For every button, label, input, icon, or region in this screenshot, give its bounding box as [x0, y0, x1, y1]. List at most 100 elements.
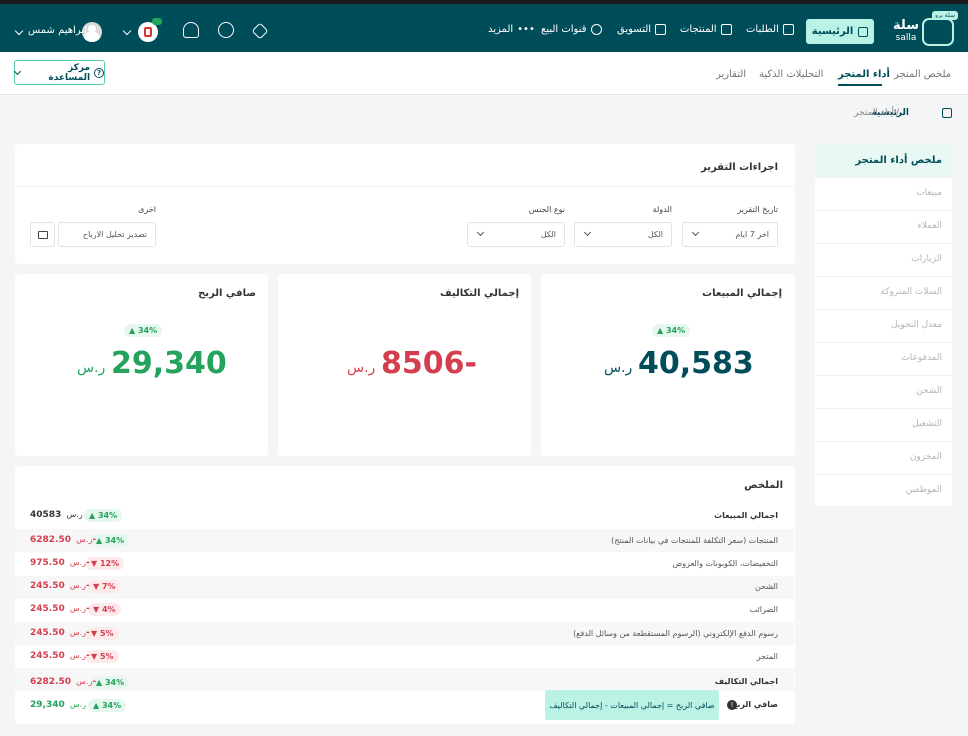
summary-row-label: صافي الربح	[731, 700, 778, 709]
summary-row-change-badge: ▲ 34%	[91, 534, 130, 547]
sidebar-item-performance-summary[interactable]: ملخص أداء المتجر	[855, 155, 942, 166]
sidebar-item-visits[interactable]: الزيارات	[911, 254, 942, 264]
chevron-down-icon	[476, 228, 485, 237]
total-sales-change: 34%	[665, 326, 686, 335]
salla-logo[interactable]: سلة salla	[893, 18, 919, 44]
currency: ر.س	[69, 604, 87, 613]
summary-row-change: 5%	[99, 652, 114, 661]
logo-name-ar: سلة	[893, 18, 919, 33]
store-chevron-down-icon[interactable]	[122, 26, 132, 36]
divider	[815, 441, 952, 442]
summary-row-change: 34%	[104, 678, 125, 687]
summary-row-change: 7%	[101, 582, 116, 591]
sidebar-item-inventory[interactable]: المخزون	[910, 452, 942, 462]
salla-logo-icon	[922, 18, 954, 46]
export-profit-label: تصدير تحليل الارباح	[82, 230, 147, 239]
summary-title: الملخص	[744, 480, 783, 491]
gender-label: نوع الجنس	[528, 205, 565, 214]
sidebar-item-payments[interactable]: المدفوعات	[901, 353, 942, 363]
gender-value: الكل	[540, 230, 556, 239]
currency: ر.س	[69, 581, 87, 590]
logo-name-en: salla	[895, 33, 917, 43]
sidebar-item-shipping[interactable]: الشحن	[916, 386, 942, 396]
total-costs-title: إجمالي التكاليف	[439, 288, 519, 299]
export-profit-button[interactable]: تصدير تحليل الارباح	[58, 222, 156, 247]
home-label: الرئيسية	[811, 26, 854, 37]
gender-select[interactable]: الكل	[467, 222, 565, 247]
summary-row-amount: ر.س 6282.50-	[30, 535, 96, 545]
info-icon[interactable]: !	[727, 700, 737, 710]
currency: ر.س	[76, 535, 93, 544]
net-profit-value: 29,340	[111, 346, 227, 381]
net-profit-title: صافي الربح	[198, 288, 256, 299]
report-actions-title: اجراءات التقرير	[700, 162, 778, 173]
divider	[815, 342, 952, 343]
summary-row-label: رسوم الدفع الإلكتروني (الرسوم المستقطعة …	[573, 629, 778, 638]
tab-store-performance[interactable]: أداء المتجر	[838, 69, 890, 80]
summary-row-change-badge: ▲ 34%	[84, 509, 123, 522]
breadcrumb-home-icon[interactable]	[942, 108, 952, 118]
nav-orders[interactable]: الطلبات	[746, 24, 794, 35]
active-tab-indicator	[838, 84, 882, 86]
currency: ر.س	[69, 700, 87, 709]
nav-sales-channels[interactable]: قنوات البيع	[541, 24, 602, 35]
sidebar-item-customers[interactable]: العملاء	[918, 221, 942, 231]
settings-gear-icon[interactable]	[251, 22, 269, 40]
home-button[interactable]: الرئيسية	[806, 19, 874, 44]
summary-row-amount: ر.س 29,340	[30, 700, 86, 710]
divider	[815, 375, 952, 376]
currency: ر.س	[69, 558, 87, 567]
home-icon	[858, 26, 869, 37]
store-switcher[interactable]	[138, 18, 162, 42]
tab-reports[interactable]: التقارير	[716, 69, 746, 80]
tab-smart-analytics[interactable]: التحليلات الذكية	[759, 69, 823, 80]
chat-icon[interactable]	[218, 22, 234, 38]
printer-icon	[38, 231, 48, 239]
nav-products[interactable]: المنتجات	[680, 24, 732, 35]
top-bar: سلة برو سلة salla الرئيسية الطلبات المنت…	[0, 0, 968, 52]
sidebar: ملخص أداء المتجر مبيعات العملاء الزيارات…	[815, 144, 952, 506]
report-date-value: اخر 7 ايام	[735, 230, 769, 239]
divider	[815, 276, 952, 277]
sidebar-item-conversion-rate[interactable]: معدل التحويل	[891, 320, 942, 330]
help-center-label: مركز المساعدة	[48, 62, 91, 83]
shirt-icon	[720, 24, 732, 35]
country-value: الكل	[647, 230, 663, 239]
summary-row-amount: ر.س 6282.50-	[30, 677, 96, 687]
orders-icon	[782, 24, 794, 35]
bell-icon[interactable]	[183, 22, 199, 38]
nav-marketing-label: التسويق	[617, 24, 652, 35]
currency: ر.س	[69, 628, 87, 637]
nav-marketing[interactable]: التسويق	[617, 24, 667, 35]
summary-row-change: 34%	[97, 511, 118, 520]
report-date-select[interactable]: اخر 7 ايام	[682, 222, 778, 247]
total-sales-title: إجمالي المبيعات	[702, 288, 782, 299]
other-label: اخرى	[138, 205, 156, 214]
summary-row-change: 34%	[104, 536, 125, 545]
sub-nav: ملخص المتجر أداء المتجر التحليلات الذكية…	[0, 52, 968, 95]
print-button[interactable]	[30, 222, 55, 247]
help-center-button[interactable]: ? مركز المساعدة	[13, 60, 105, 85]
user-chevron-down-icon[interactable]	[14, 26, 24, 36]
sidebar-item-abandoned-carts[interactable]: السلات المتروكة	[880, 287, 942, 297]
sidebar-item-employees[interactable]: الموظفين	[906, 485, 942, 495]
summary-row-change: 12%	[99, 559, 120, 568]
user-name[interactable]: إبراهيم شمس	[28, 25, 87, 36]
summary-row-amount: ر.س 245.50-	[30, 604, 90, 614]
divider	[15, 186, 795, 187]
nav-more[interactable]: ••• المزيد	[488, 24, 535, 35]
summary-row-amount-value: 29,340	[30, 700, 65, 710]
nav-orders-label: الطلبات	[746, 24, 779, 35]
summary-row-change-badge: ▼ 12%	[86, 557, 125, 570]
country-select[interactable]: الكل	[574, 222, 672, 247]
tab-store-summary[interactable]: ملخص المتجر	[894, 69, 951, 80]
total-costs-currency: ر.س	[347, 360, 376, 376]
divider	[815, 408, 952, 409]
sidebar-item-sales[interactable]: مبيعات	[916, 188, 942, 198]
summary-row-amount: ر.س 245.50-	[30, 628, 90, 638]
sidebar-item-operations[interactable]: التشغيل	[912, 419, 942, 429]
nav-more-label: المزيد	[488, 24, 514, 35]
chevron-down-icon	[691, 228, 700, 237]
breadcrumb-separator: /	[896, 108, 900, 118]
divider	[815, 309, 952, 310]
